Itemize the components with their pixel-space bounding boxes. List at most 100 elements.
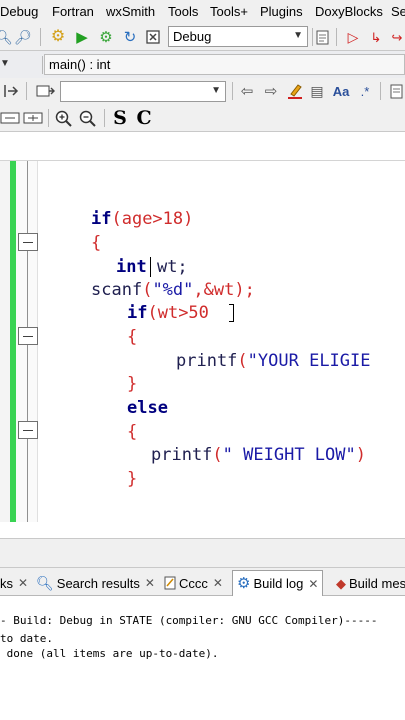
select-s-button[interactable]: S (110, 107, 130, 129)
diamond-icon: ◆ (336, 575, 346, 591)
zoom-out-icon[interactable] (78, 109, 98, 129)
menu-wxsmith[interactable]: wxSmith (106, 4, 155, 19)
document-icon[interactable] (314, 28, 330, 46)
code-editor[interactable]: if(age>18) { int wt; scanf("%d",&wt); if… (0, 160, 405, 522)
fold-line (27, 161, 28, 233)
code-completion-toolbar: ▼ main() : int (0, 50, 405, 78)
tab-label: Search results (56, 575, 140, 591)
menu-settings[interactable]: Set (391, 4, 405, 19)
code-line: else (127, 397, 168, 419)
code-line: if(wt>50 (127, 302, 209, 324)
code-line: printf(" WEIGHT LOW") (151, 444, 366, 466)
document-icon[interactable] (388, 82, 404, 100)
build-log-pane[interactable]: - Build: Debug in STATE (compiler: GNU G… (0, 596, 405, 720)
close-icon[interactable]: ✕ (18, 576, 28, 590)
fold-toggle[interactable] (18, 327, 38, 345)
fold-block-icon[interactable] (0, 110, 20, 126)
document-edit-icon (164, 576, 176, 590)
menu-tools-plus[interactable]: Tools+ (210, 4, 248, 19)
menu-doxyblocks[interactable]: DoxyBlocks (315, 4, 383, 19)
separator (48, 109, 49, 127)
code-text: ( (237, 351, 248, 371)
separator (40, 28, 41, 46)
code-line: printf("YOUR ELIGIE (176, 350, 371, 372)
replace-icon[interactable]: 🔎︎ (14, 28, 32, 46)
chevron-down-icon: ▼ (211, 85, 221, 96)
tab-build-messages[interactable]: ◆ Build mes (332, 572, 405, 594)
log-line: to date. (0, 632, 53, 645)
build-target-select[interactable]: Debug ▼ (168, 26, 308, 47)
search-icon: 🔍︎ (36, 575, 54, 591)
next-line-icon[interactable]: ↪ (388, 27, 405, 47)
fold-line (27, 345, 28, 421)
code-function: printf (176, 351, 238, 371)
unfold-block-icon[interactable] (22, 110, 44, 126)
code-keyword: if (127, 303, 148, 323)
fold-toggle[interactable] (18, 421, 38, 439)
code-line: } (127, 469, 138, 489)
jump-icon[interactable] (2, 82, 22, 100)
match-case-icon[interactable]: Aa (330, 81, 352, 101)
close-icon[interactable]: ✕ (213, 576, 223, 590)
debug-start-icon[interactable]: ▷ (344, 27, 362, 47)
fold-line (27, 251, 28, 327)
run-to-cursor-icon[interactable]: ↳ (366, 27, 386, 47)
function-select[interactable]: main() : int (44, 54, 405, 75)
run-icon[interactable]: ▶ (72, 27, 92, 47)
code-keyword: int (116, 257, 147, 277)
select-c-button[interactable]: C (134, 107, 154, 129)
regex-icon[interactable]: .* (356, 81, 374, 101)
tab-code-blocks[interactable]: ks ✕ (0, 572, 32, 594)
abort-icon[interactable] (144, 28, 162, 46)
close-icon[interactable]: ✕ (308, 577, 318, 591)
toggle-bookmark-icon[interactable] (36, 82, 56, 100)
tab-label: Cccc (179, 575, 208, 591)
code-text: (age>18) (111, 209, 194, 229)
code-text: (wt>50 (147, 303, 209, 323)
code-string: "%d" (152, 280, 194, 300)
menu-tools[interactable]: Tools (168, 4, 198, 19)
zoom-in-icon[interactable] (54, 109, 74, 129)
horizontal-scrollbar[interactable] (0, 522, 405, 538)
build-gear-icon[interactable]: ⚙ (48, 27, 68, 47)
code-text: ( (142, 280, 153, 300)
arrow-left-icon[interactable]: ⇦ (238, 82, 256, 100)
build-toolbar: 🔍︎ 🔎︎ ⚙ ▶ ⚙ ↻ Debug ▼ ▷ ↳ ↪ (0, 24, 405, 50)
code-line: if(age>18) (91, 208, 193, 230)
separator (26, 82, 27, 100)
menu-plugins[interactable]: Plugins (260, 4, 303, 19)
build-and-run-icon[interactable]: ⚙ (96, 27, 116, 47)
fold-line (27, 439, 28, 522)
rebuild-icon[interactable]: ↻ (120, 27, 140, 47)
search-toolbar: ▼ ⇦ ⇨ ▤ Aa .* (0, 78, 405, 104)
code-line: { (127, 422, 138, 442)
menu-debug[interactable]: Debug (0, 4, 38, 19)
code-text: ,&wt); (193, 280, 255, 300)
separator (380, 82, 381, 100)
chevron-down-icon[interactable]: ▼ (0, 57, 10, 71)
separator (312, 28, 313, 46)
code-string: "YOUR ELIGIE (247, 351, 371, 371)
tab-search-results[interactable]: 🔍︎ Search results ✕ (32, 572, 159, 594)
separator (336, 28, 337, 46)
code-line: int wt; (116, 256, 188, 278)
arrow-right-icon[interactable]: ⇨ (262, 82, 280, 100)
pane-splitter[interactable] (0, 538, 405, 568)
search-input[interactable]: ▼ (60, 81, 226, 102)
menu-fortran[interactable]: Fortran (52, 4, 94, 19)
close-icon[interactable]: ✕ (145, 576, 155, 590)
function-value: main() : int (49, 57, 111, 72)
code-text: ( (212, 445, 223, 465)
search-icon[interactable]: 🔍︎ (0, 28, 13, 46)
code-text: wt; (146, 257, 188, 277)
tab-cccc[interactable]: Cccc ✕ (160, 572, 227, 594)
ibeam-cursor (229, 304, 234, 322)
code-keyword: if (91, 209, 112, 229)
tab-label: Build mes (349, 575, 405, 591)
chevron-down-icon: ▼ (293, 30, 303, 41)
highlight-icon[interactable] (286, 81, 304, 101)
tab-label: Build log (253, 576, 304, 591)
selected-text-icon[interactable]: ▤ (308, 82, 326, 100)
tab-build-log[interactable]: ⚙ Build log ✕ (232, 570, 324, 596)
fold-toggle[interactable] (18, 233, 38, 251)
